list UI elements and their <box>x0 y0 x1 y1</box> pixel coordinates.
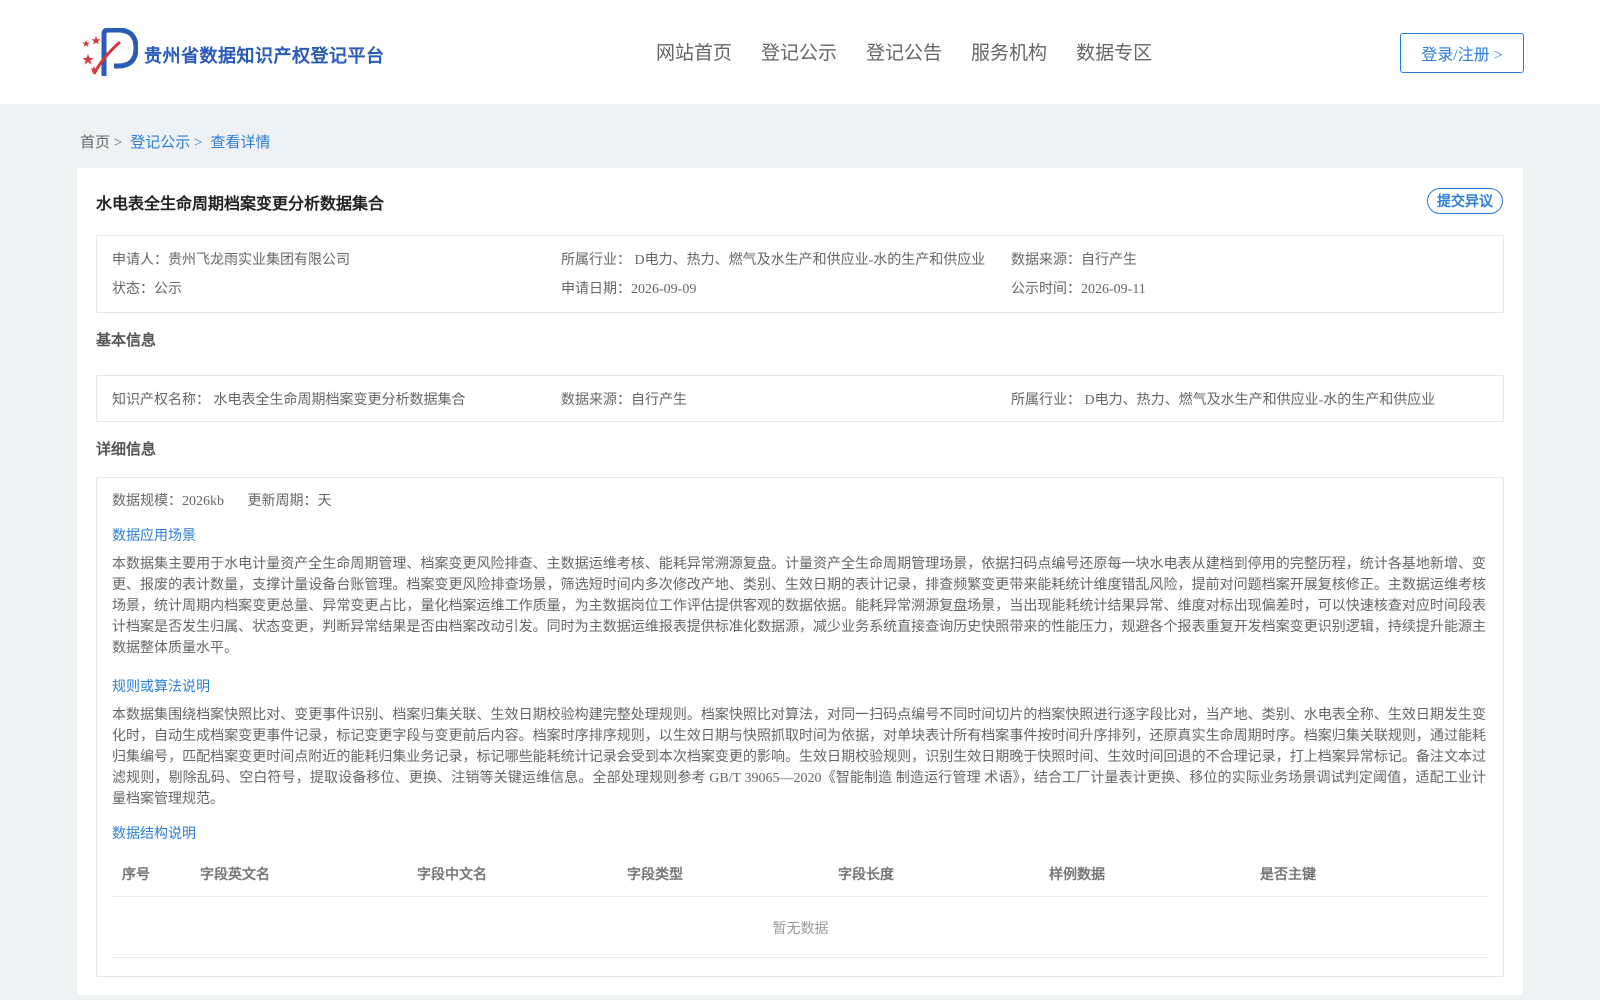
col-field-type: 字段类型 <box>627 866 683 882</box>
basic-data-source-field: 数据来源：自行产生 <box>561 393 687 408</box>
login-register-button[interactable]: 登录/注册 > <box>1400 33 1524 73</box>
nav-data-zone[interactable]: 数据专区 <box>1076 38 1152 65</box>
summary-panel: 申请人：贵州飞龙雨实业集团有限公司 所属行业： D电力、热力、燃气及水生产和供应… <box>96 235 1504 313</box>
col-primary-key: 是否主键 <box>1260 866 1316 882</box>
breadcrumb: 首页 > 登记公示 > 查看详情 <box>80 131 278 152</box>
detail-info-title: 详细信息 <box>96 441 157 458</box>
basic-industry-field: 所属行业： D电力、热力、燃气及水生产和供应业-水的生产和供应业 <box>1011 393 1436 408</box>
applicant-field: 申请人：贵州飞龙雨实业集团有限公司 <box>112 253 350 268</box>
nav-registration-publicity[interactable]: 登记公示 <box>761 38 837 65</box>
col-index: 序号 <box>122 866 150 882</box>
rule-title: 规则或算法说明 <box>112 680 210 695</box>
scenario-title: 数据应用场景 <box>112 529 196 544</box>
col-sample-data: 样例数据 <box>1049 866 1105 882</box>
industry-field: 所属行业： D电力、热力、燃气及水生产和供应业-水的生产和供应业 <box>561 253 986 268</box>
nav-home[interactable]: 网站首页 <box>656 38 732 65</box>
apply-date-field: 申请日期：2026-09-09 <box>561 282 697 297</box>
publish-date-field: 公示时间：2026-09-11 <box>1011 282 1146 297</box>
col-chinese-name: 字段中文名 <box>417 866 487 882</box>
rule-text: 本数据集围绕档案快照比对、变更事件识别、档案归集关联、生效日期校验构建完整处理规… <box>112 708 1486 807</box>
breadcrumb-current: 查看详情 <box>210 135 271 151</box>
main-nav: 网站首页 登记公示 登记公告 服务机构 数据专区 <box>656 38 1181 65</box>
scenario-text: 本数据集主要用于水电计量资产全生命周期管理、档案变更风险排查、主数据运维考核、能… <box>112 557 1486 656</box>
data-source-field: 数据来源：自行产生 <box>1011 253 1137 268</box>
detail-info-panel: 数据规模：2026kb 更新周期：天 数据应用场景 本数据集主要用于水电计量资产… <box>96 477 1504 977</box>
col-english-name: 字段英文名 <box>200 866 270 882</box>
data-scale: 数据规模：2026kb <box>112 494 224 509</box>
ip-name-field: 知识产权名称： 水电表全生命周期档案变更分析数据集合 <box>112 393 466 408</box>
structure-table-header: 序号 字段英文名 字段中文名 字段类型 字段长度 样例数据 是否主键 <box>112 854 1489 897</box>
nav-service-agencies[interactable]: 服务机构 <box>971 38 1047 65</box>
table-empty-row: 暂无数据 <box>112 898 1489 958</box>
submit-objection-button[interactable]: 提交异议 <box>1427 188 1503 214</box>
page-title: 水电表全生命周期档案变更分析数据集合 <box>96 196 385 213</box>
top-header: 贵州省数据知识产权登记平台 网站首页 登记公示 登记公告 服务机构 数据专区 登… <box>0 0 1600 104</box>
site-name[interactable]: 贵州省数据知识产权登记平台 <box>144 42 385 68</box>
platform-logo-icon <box>82 28 138 76</box>
structure-title: 数据结构说明 <box>112 827 196 842</box>
col-field-length: 字段长度 <box>838 866 894 882</box>
breadcrumb-section[interactable]: 登记公示 > <box>130 131 202 152</box>
basic-info-title: 基本信息 <box>96 332 157 349</box>
meta-line: 数据规模：2026kb 更新周期：天 <box>112 490 352 510</box>
status-field: 状态：公示 <box>112 282 182 297</box>
breadcrumb-home[interactable]: 首页 > <box>80 131 122 152</box>
update-cycle: 更新周期：天 <box>247 494 332 509</box>
nav-registration-notice[interactable]: 登记公告 <box>866 38 942 65</box>
basic-info-panel: 知识产权名称： 水电表全生命周期档案变更分析数据集合 数据来源：自行产生 所属行… <box>96 375 1504 422</box>
detail-card: 水电表全生命周期档案变更分析数据集合 提交异议 申请人：贵州飞龙雨实业集团有限公… <box>77 168 1523 995</box>
